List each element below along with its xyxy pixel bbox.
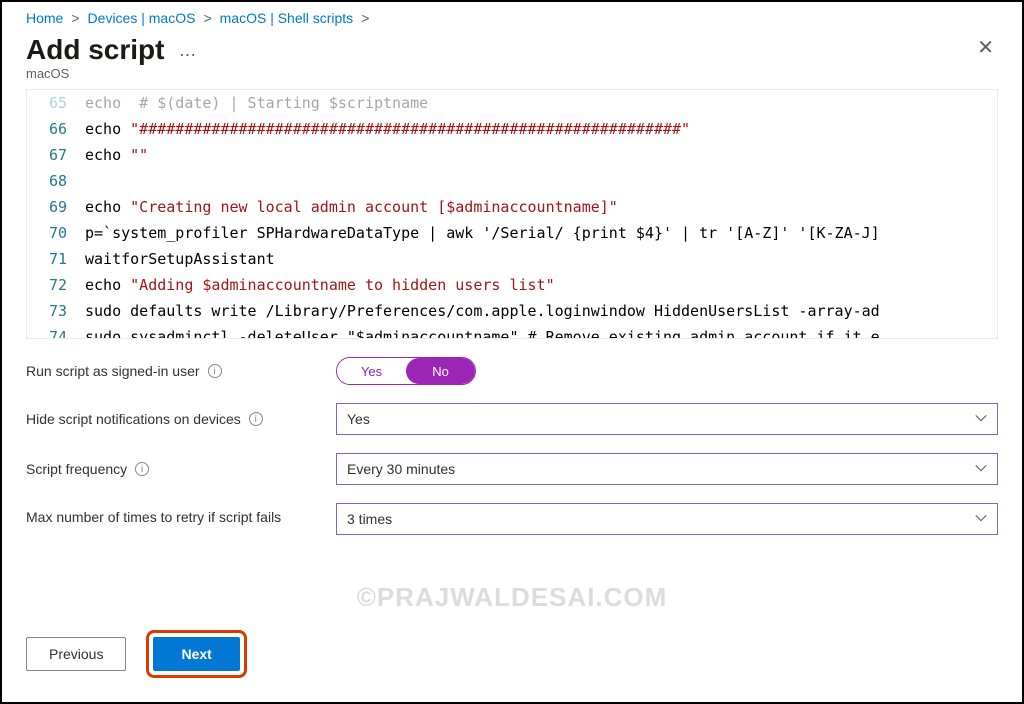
breadcrumb-home[interactable]: Home [26, 10, 63, 26]
run-signed-in-toggle[interactable]: Yes No [336, 357, 476, 385]
chevron-down-icon [974, 461, 988, 478]
chevron-down-icon [974, 511, 988, 528]
close-icon[interactable]: ✕ [973, 34, 998, 62]
toggle-yes[interactable]: Yes [337, 358, 406, 384]
breadcrumb-separator: > [71, 10, 79, 26]
info-icon[interactable]: i [249, 412, 263, 426]
next-button[interactable]: Next [153, 637, 239, 671]
breadcrumb-devices-macos[interactable]: Devices | macOS [88, 10, 196, 26]
hide-notifications-label: Hide script notifications on devices [26, 411, 241, 427]
more-actions-button[interactable]: … [174, 40, 200, 61]
previous-button[interactable]: Previous [26, 637, 126, 671]
toggle-no[interactable]: No [406, 358, 475, 384]
breadcrumb-shell-scripts[interactable]: macOS | Shell scripts [220, 10, 354, 26]
retry-label: Max number of times to retry if script f… [26, 509, 281, 525]
breadcrumb-separator: > [361, 10, 369, 26]
hide-notifications-select[interactable]: Yes [336, 403, 998, 435]
run-signed-in-label: Run script as signed-in user [26, 363, 200, 379]
script-editor[interactable]: 65echo # $(date) | Starting $scriptname6… [26, 89, 998, 339]
info-icon[interactable]: i [208, 364, 222, 378]
watermark: ©PRAJWALDESAI.COM [2, 582, 1022, 613]
retry-select[interactable]: 3 times [336, 503, 998, 535]
frequency-select[interactable]: Every 30 minutes [336, 453, 998, 485]
frequency-label: Script frequency [26, 461, 127, 477]
hide-notifications-value: Yes [347, 411, 370, 427]
breadcrumb: Home > Devices | macOS > macOS | Shell s… [2, 2, 1022, 30]
breadcrumb-separator: > [203, 10, 211, 26]
page-title: Add script [26, 34, 164, 66]
page-subtitle: macOS [2, 66, 1022, 89]
info-icon[interactable]: i [135, 462, 149, 476]
highlight-box: Next [146, 630, 246, 678]
chevron-down-icon [974, 411, 988, 428]
frequency-value: Every 30 minutes [347, 461, 455, 477]
retry-value: 3 times [347, 511, 392, 527]
